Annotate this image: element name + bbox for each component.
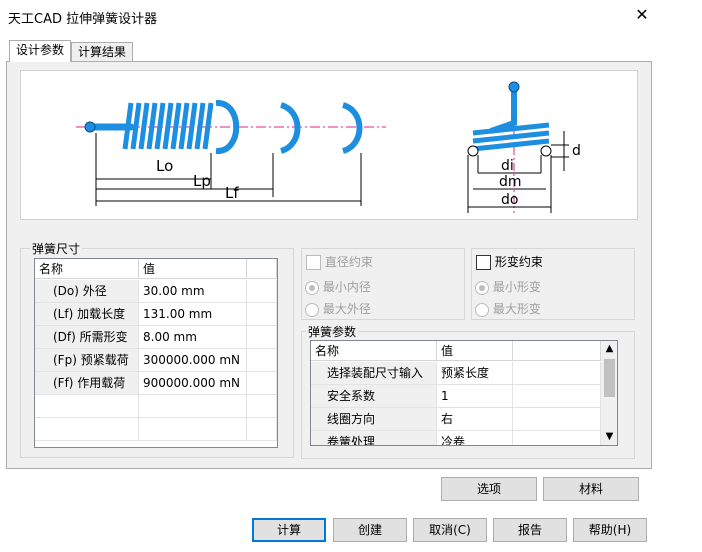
tab-design-params[interactable]: 设计参数 bbox=[9, 40, 72, 62]
side-hook-pin bbox=[508, 81, 520, 93]
spring-size-table: 名称 值 (Do) 外径 30.00 mm (Lf) 加载长度 131.00 m… bbox=[34, 258, 278, 448]
column-header-name[interactable]: 名称 bbox=[311, 341, 437, 361]
table-row-empty bbox=[247, 418, 277, 441]
table-row-value[interactable]: 900000.000 mN bbox=[139, 372, 247, 395]
spring-diagram-svg: Lo Lp Lf di dm do d bbox=[76, 81, 581, 213]
table-row-blank bbox=[513, 408, 601, 431]
radio-label: 最小内径 bbox=[322, 280, 371, 294]
create-button[interactable]: 创建 bbox=[333, 518, 407, 542]
table-row-name: (Ff) 作用载荷 bbox=[35, 372, 139, 395]
table-row-blank bbox=[247, 349, 277, 372]
dim-label-lo: Lo bbox=[156, 157, 173, 175]
tab-calc-results[interactable]: 计算结果 bbox=[71, 42, 134, 62]
table-row-name: 线圈方向 bbox=[311, 408, 437, 431]
table-row-name: 安全系数 bbox=[311, 385, 437, 408]
vertical-scrollbar[interactable]: ▲ ▼ bbox=[601, 341, 617, 445]
radio-icon[interactable] bbox=[305, 280, 319, 295]
radio-label: 最大外径 bbox=[322, 302, 371, 316]
spring-hook-2 bbox=[279, 102, 301, 154]
radio-min-inner-dia[interactable]: 最小内径 bbox=[305, 278, 371, 295]
table-row-blank bbox=[247, 372, 277, 395]
diameter-constraint-label: 直径约束 bbox=[324, 255, 373, 269]
table-row-name: (Do) 外径 bbox=[35, 280, 139, 303]
table-row-value[interactable]: 300000.000 mN bbox=[139, 349, 247, 372]
dim-label-lf: Lf bbox=[225, 184, 239, 202]
table-row-name: (Fp) 预紧载荷 bbox=[35, 349, 139, 372]
options-button[interactable]: 选项 bbox=[441, 477, 537, 501]
table-row-name: (Df) 所需形变 bbox=[35, 326, 139, 349]
deform-constraint-checkbox-row[interactable]: 形变约束 bbox=[474, 253, 545, 270]
table-row-blank bbox=[513, 431, 601, 445]
table-row-blank bbox=[247, 303, 277, 326]
spring-coils bbox=[122, 102, 214, 150]
window-title: 天工CAD 拉伸弹簧设计器 bbox=[8, 12, 158, 27]
radio-max-outer-dia[interactable]: 最大外径 bbox=[305, 300, 371, 317]
spring-diagram: Lo Lp Lf di dm do d bbox=[20, 70, 638, 220]
table-row-blank bbox=[513, 385, 601, 408]
table-row-empty bbox=[139, 395, 247, 418]
dim-label-dm: dm bbox=[499, 174, 522, 190]
scroll-up-icon[interactable]: ▲ bbox=[601, 341, 617, 357]
column-header-blank bbox=[513, 341, 601, 361]
radio-label: 最大形变 bbox=[492, 302, 541, 316]
diameter-constraint-checkbox[interactable] bbox=[306, 255, 321, 270]
deform-constraint-label: 形变约束 bbox=[494, 255, 543, 269]
table-row-blank bbox=[247, 280, 277, 303]
table-row-value[interactable]: 8.00 mm bbox=[139, 326, 247, 349]
diameter-constraint-checkbox-row[interactable]: 直径约束 bbox=[304, 253, 375, 270]
table-row-name: 卷簧处理 bbox=[311, 431, 437, 445]
table-row-empty bbox=[35, 418, 139, 441]
close-icon[interactable]: ✕ bbox=[632, 5, 652, 25]
table-row-value[interactable]: 30.00 mm bbox=[139, 280, 247, 303]
radio-max-deform[interactable]: 最大形变 bbox=[475, 300, 541, 317]
spring-end-pin bbox=[84, 121, 96, 133]
table-row-empty bbox=[35, 395, 139, 418]
table-row-blank bbox=[513, 362, 601, 385]
radio-label: 最小形变 bbox=[492, 280, 541, 294]
column-header-value[interactable]: 值 bbox=[437, 341, 513, 361]
spring-params-table: 名称 值 选择装配尺寸输入 预紧长度 安全系数 1 线圈方向 右 卷簧处理 冷卷… bbox=[310, 340, 618, 446]
deform-constraint-checkbox[interactable] bbox=[476, 255, 491, 270]
table-row-name: 选择装配尺寸输入 bbox=[311, 362, 437, 385]
table-row-value[interactable]: 131.00 mm bbox=[139, 303, 247, 326]
table-row-value[interactable]: 预紧长度 bbox=[437, 362, 513, 385]
scrollbar-thumb[interactable] bbox=[604, 359, 615, 397]
side-hook bbox=[490, 87, 517, 134]
column-header-blank bbox=[247, 259, 277, 279]
dim-label-d: d bbox=[572, 143, 581, 159]
column-header-value[interactable]: 值 bbox=[139, 259, 247, 279]
report-button[interactable]: 报告 bbox=[493, 518, 567, 542]
wire-section-right bbox=[540, 145, 552, 157]
radio-icon[interactable] bbox=[305, 302, 319, 317]
table-row-value[interactable]: 右 bbox=[437, 408, 513, 431]
scroll-down-icon[interactable]: ▼ bbox=[601, 429, 617, 445]
table-row-value[interactable]: 冷卷 bbox=[437, 431, 513, 445]
calculate-button[interactable]: 计算 bbox=[252, 518, 326, 542]
table-row-empty bbox=[139, 418, 247, 441]
dim-label-lp: Lp bbox=[193, 172, 211, 190]
column-header-name[interactable]: 名称 bbox=[35, 259, 139, 279]
table-row-empty bbox=[247, 395, 277, 418]
help-button[interactable]: 帮助(H) bbox=[573, 518, 647, 542]
dim-label-di: di bbox=[501, 158, 514, 174]
wire-section-left bbox=[467, 145, 479, 157]
cancel-button[interactable]: 取消(C) bbox=[413, 518, 487, 542]
radio-icon[interactable] bbox=[475, 302, 489, 317]
spring-size-title: 弹簧尺寸 bbox=[30, 240, 83, 257]
table-row-value[interactable]: 1 bbox=[437, 385, 513, 408]
table-row-name: (Lf) 加载长度 bbox=[35, 303, 139, 326]
radio-min-deform[interactable]: 最小形变 bbox=[475, 278, 541, 295]
table-row-blank bbox=[247, 326, 277, 349]
dim-label-do: do bbox=[501, 192, 518, 208]
spring-params-title: 弹簧参数 bbox=[306, 323, 359, 340]
radio-icon[interactable] bbox=[475, 280, 489, 295]
spring-hook-3 bbox=[341, 102, 363, 154]
material-button[interactable]: 材料 bbox=[543, 477, 639, 501]
side-coils bbox=[472, 122, 550, 152]
